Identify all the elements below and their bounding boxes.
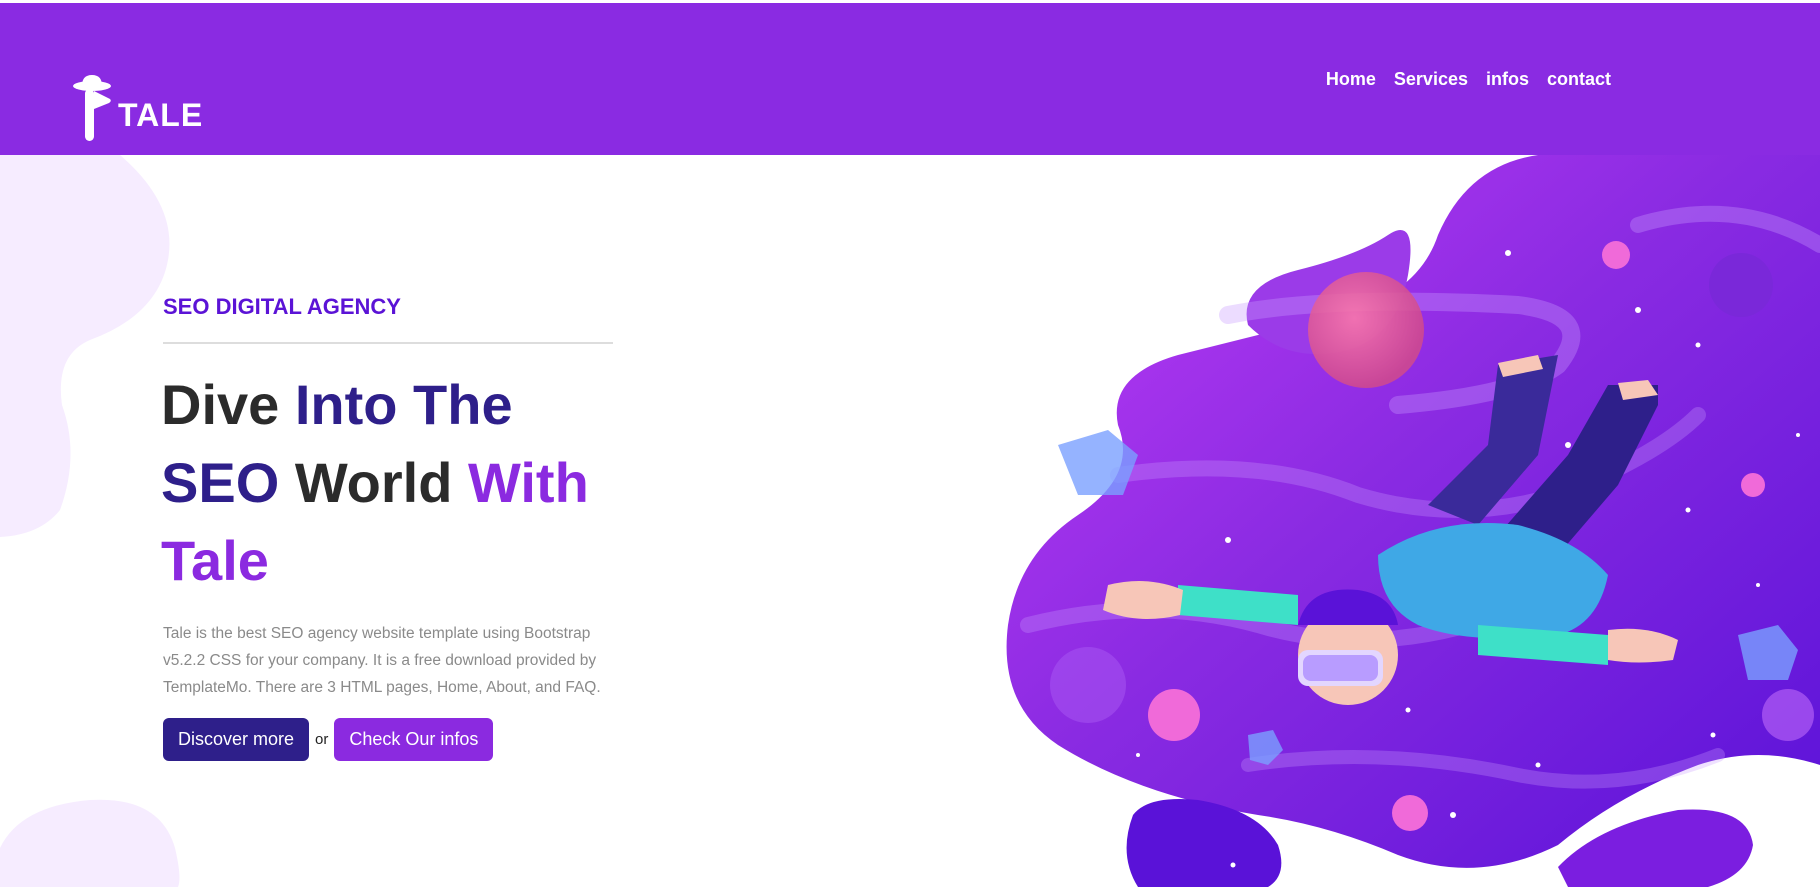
hero-headline: Dive Into The SEO World With Tale	[161, 366, 641, 600]
headline-word-seo: SEO	[161, 451, 280, 514]
nav-home[interactable]: Home	[1326, 69, 1376, 90]
hero-eyebrow: SEO DIGITAL AGENCY	[163, 294, 401, 319]
hero-divider	[163, 342, 613, 344]
nav-contact[interactable]: contact	[1547, 69, 1611, 90]
brand-name: TALE	[118, 96, 204, 133]
navbar: TALE Home Services infos contact	[0, 3, 1820, 155]
headline-word-world: World	[294, 451, 453, 514]
nav-services[interactable]: Services	[1394, 69, 1468, 90]
headline-words-into-the: Into The	[294, 373, 513, 436]
tale-hat-logo-icon	[73, 75, 111, 141]
cta-or-text: or	[315, 731, 329, 748]
nav-infos[interactable]: infos	[1486, 69, 1529, 90]
vr-astronaut-floating-illustration	[1006, 155, 1820, 887]
hero-description: Tale is the best SEO agency website temp…	[163, 625, 601, 696]
hero-cta-row: Discover more or Check Our infos	[163, 718, 494, 761]
headline-word-dive: Dive	[161, 373, 280, 436]
main-nav: Home Services infos contact	[1326, 69, 1611, 90]
decorative-blob-bottom	[0, 799, 180, 887]
check-infos-button[interactable]: Check Our infos	[334, 718, 494, 761]
discover-more-button[interactable]: Discover more	[163, 718, 310, 761]
brand-logo[interactable]: TALE	[72, 75, 203, 143]
decorative-blob-left	[0, 155, 170, 537]
